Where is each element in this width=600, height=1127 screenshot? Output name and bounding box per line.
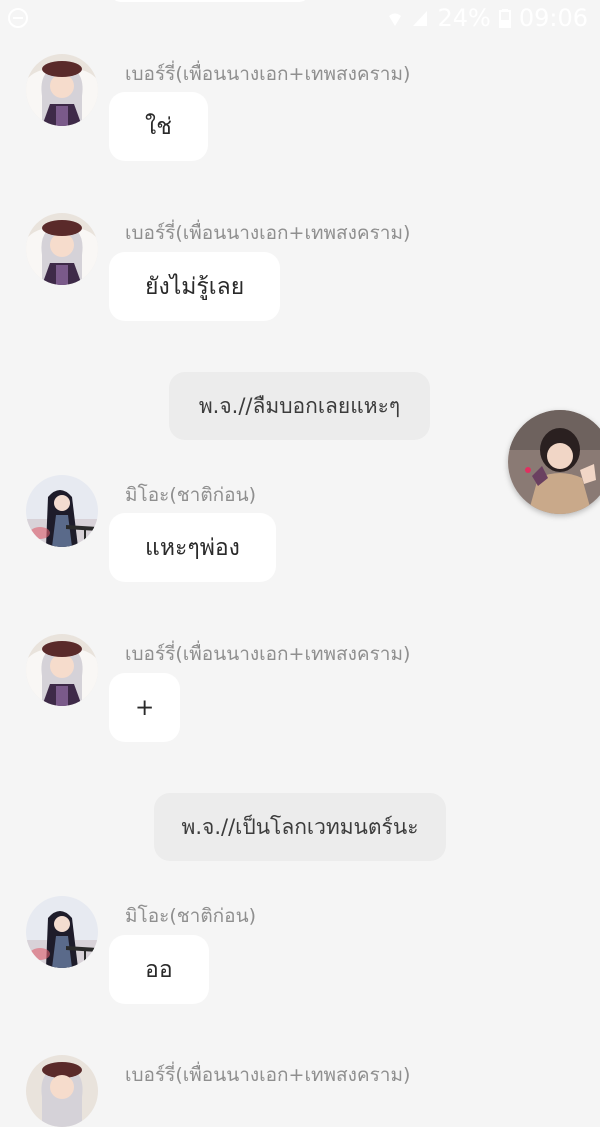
sender-name: เบอร์รี่(เพื่อนนางเอก+เทพสงคราม) xyxy=(125,63,411,85)
previous-bubble-edge xyxy=(110,0,310,2)
wifi-icon xyxy=(389,13,402,26)
clock: 09:06 xyxy=(518,4,588,32)
system-message: พ.จ.//เป็นโลกเวทมนตร์นะ xyxy=(154,793,446,861)
sender-name: เบอร์รี่(เพื่อนนางเอก+เทพสงคราม) xyxy=(125,1064,411,1086)
sender-name: มิโอะ(ชาติก่อน) xyxy=(125,484,256,506)
sender-name: เบอร์รี่(เพื่อนนางเอก+เทพสงคราม) xyxy=(125,643,411,665)
battery-percent: 24% xyxy=(437,4,491,32)
sender-name: เบอร์รี่(เพื่อนนางเอก+เทพสงคราม) xyxy=(125,222,411,244)
battery-icon xyxy=(498,9,511,28)
berry-avatar[interactable] xyxy=(26,634,98,706)
status-right: 24% 09:06 xyxy=(387,4,588,32)
message-bubble[interactable]: แหะๆพ่อง xyxy=(109,513,276,582)
berry-avatar[interactable] xyxy=(26,54,98,126)
message-bubble[interactable]: ยังไม่รู้เลย xyxy=(109,252,281,321)
floating-chat-head[interactable] xyxy=(508,410,600,514)
message-bubble[interactable]: ใช่ xyxy=(109,92,208,161)
message-bubble[interactable]: ออ xyxy=(109,935,209,1004)
message-bubble[interactable]: + xyxy=(109,673,181,742)
berry-avatar[interactable] xyxy=(26,213,98,285)
sender-name: มิโอะ(ชาติก่อน) xyxy=(125,905,256,927)
mio-avatar[interactable] xyxy=(26,475,98,547)
system-message: พ.จ.//ลืมบอกเลยแหะๆ xyxy=(169,372,430,440)
do-not-disturb-icon xyxy=(8,8,28,28)
berry-avatar[interactable] xyxy=(26,1055,98,1127)
signal-icon xyxy=(413,11,428,26)
mio-avatar[interactable] xyxy=(26,896,98,968)
status-bar: 24% 09:06 xyxy=(0,0,600,40)
